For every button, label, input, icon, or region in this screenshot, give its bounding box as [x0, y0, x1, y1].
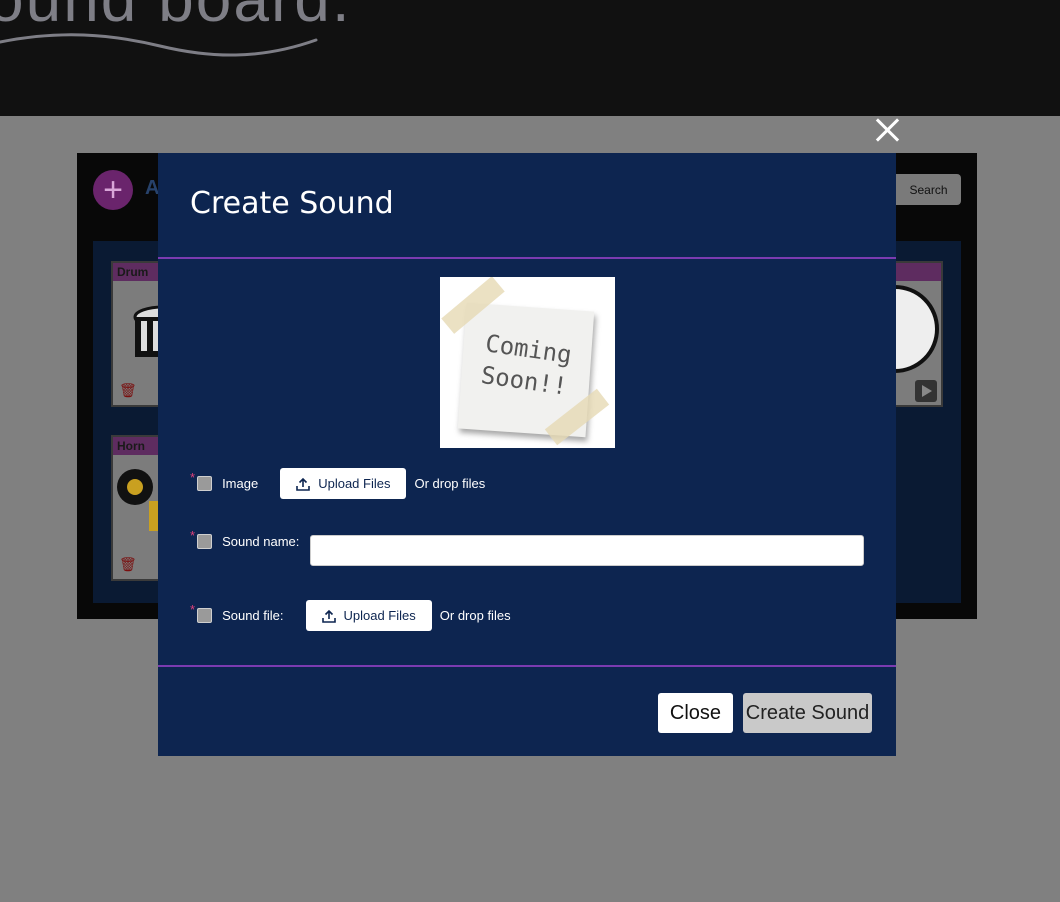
search-button[interactable]: Search — [896, 174, 961, 205]
sound-card-title: Drum r — [113, 263, 159, 293]
upload-icon — [296, 477, 311, 491]
sound-card-title: Horn — [113, 437, 159, 455]
image-preview: Coming Soon!! — [440, 277, 615, 448]
modal-title: Create Sound — [190, 186, 394, 221]
image-field-row: * Image Upload Files Or drop files — [190, 468, 485, 499]
upload-icon — [321, 609, 336, 623]
modal-footer: Close Create Sound — [158, 665, 896, 756]
upload-label: Upload Files — [318, 476, 391, 491]
sound-file-label: Sound file: — [222, 608, 284, 623]
trash-icon[interactable]: 🗑 — [119, 382, 137, 399]
required-mark: * — [190, 528, 196, 543]
image-drop-text: Or drop files — [414, 476, 486, 491]
sound-file-upload-button[interactable]: Upload Files — [305, 600, 432, 631]
sound-name-checkbox[interactable] — [197, 534, 213, 549]
sound-name-label: Sound name: — [222, 534, 300, 549]
sound-name-field-row: * Sound name: — [190, 528, 300, 549]
plus-icon: + — [103, 171, 123, 209]
add-sound-button[interactable]: + — [93, 170, 133, 210]
sound-file-checkbox[interactable] — [197, 608, 213, 623]
upload-label: Upload Files — [343, 608, 416, 623]
close-icon[interactable] — [872, 114, 904, 146]
horn-image — [117, 469, 161, 531]
sound-name-input[interactable] — [310, 535, 864, 566]
image-checkbox[interactable] — [197, 476, 213, 491]
image-upload-button[interactable]: Upload Files — [280, 468, 407, 499]
sound-card[interactable]: Horn 🗑 — [111, 435, 161, 581]
play-icon[interactable] — [915, 380, 937, 402]
sound-file-drop-text: Or drop files — [439, 608, 511, 623]
modal-header: Create Sound — [158, 153, 896, 259]
create-sound-modal: Create Sound Coming Soon!! * Image Uploa… — [158, 153, 896, 756]
create-sound-button[interactable]: Create Sound — [743, 693, 872, 733]
required-mark: * — [190, 602, 196, 617]
image-label: Image — [222, 476, 259, 491]
sound-file-field-row: * Sound file: Upload Files Or drop files — [190, 600, 511, 631]
required-mark: * — [190, 470, 196, 485]
logo-swoosh — [0, 33, 318, 57]
trash-icon[interactable]: 🗑 — [119, 556, 137, 573]
close-button[interactable]: Close — [658, 693, 733, 733]
sound-card[interactable]: Drum r 🗑 — [111, 261, 179, 407]
app-header: ound board. — [0, 0, 1060, 116]
